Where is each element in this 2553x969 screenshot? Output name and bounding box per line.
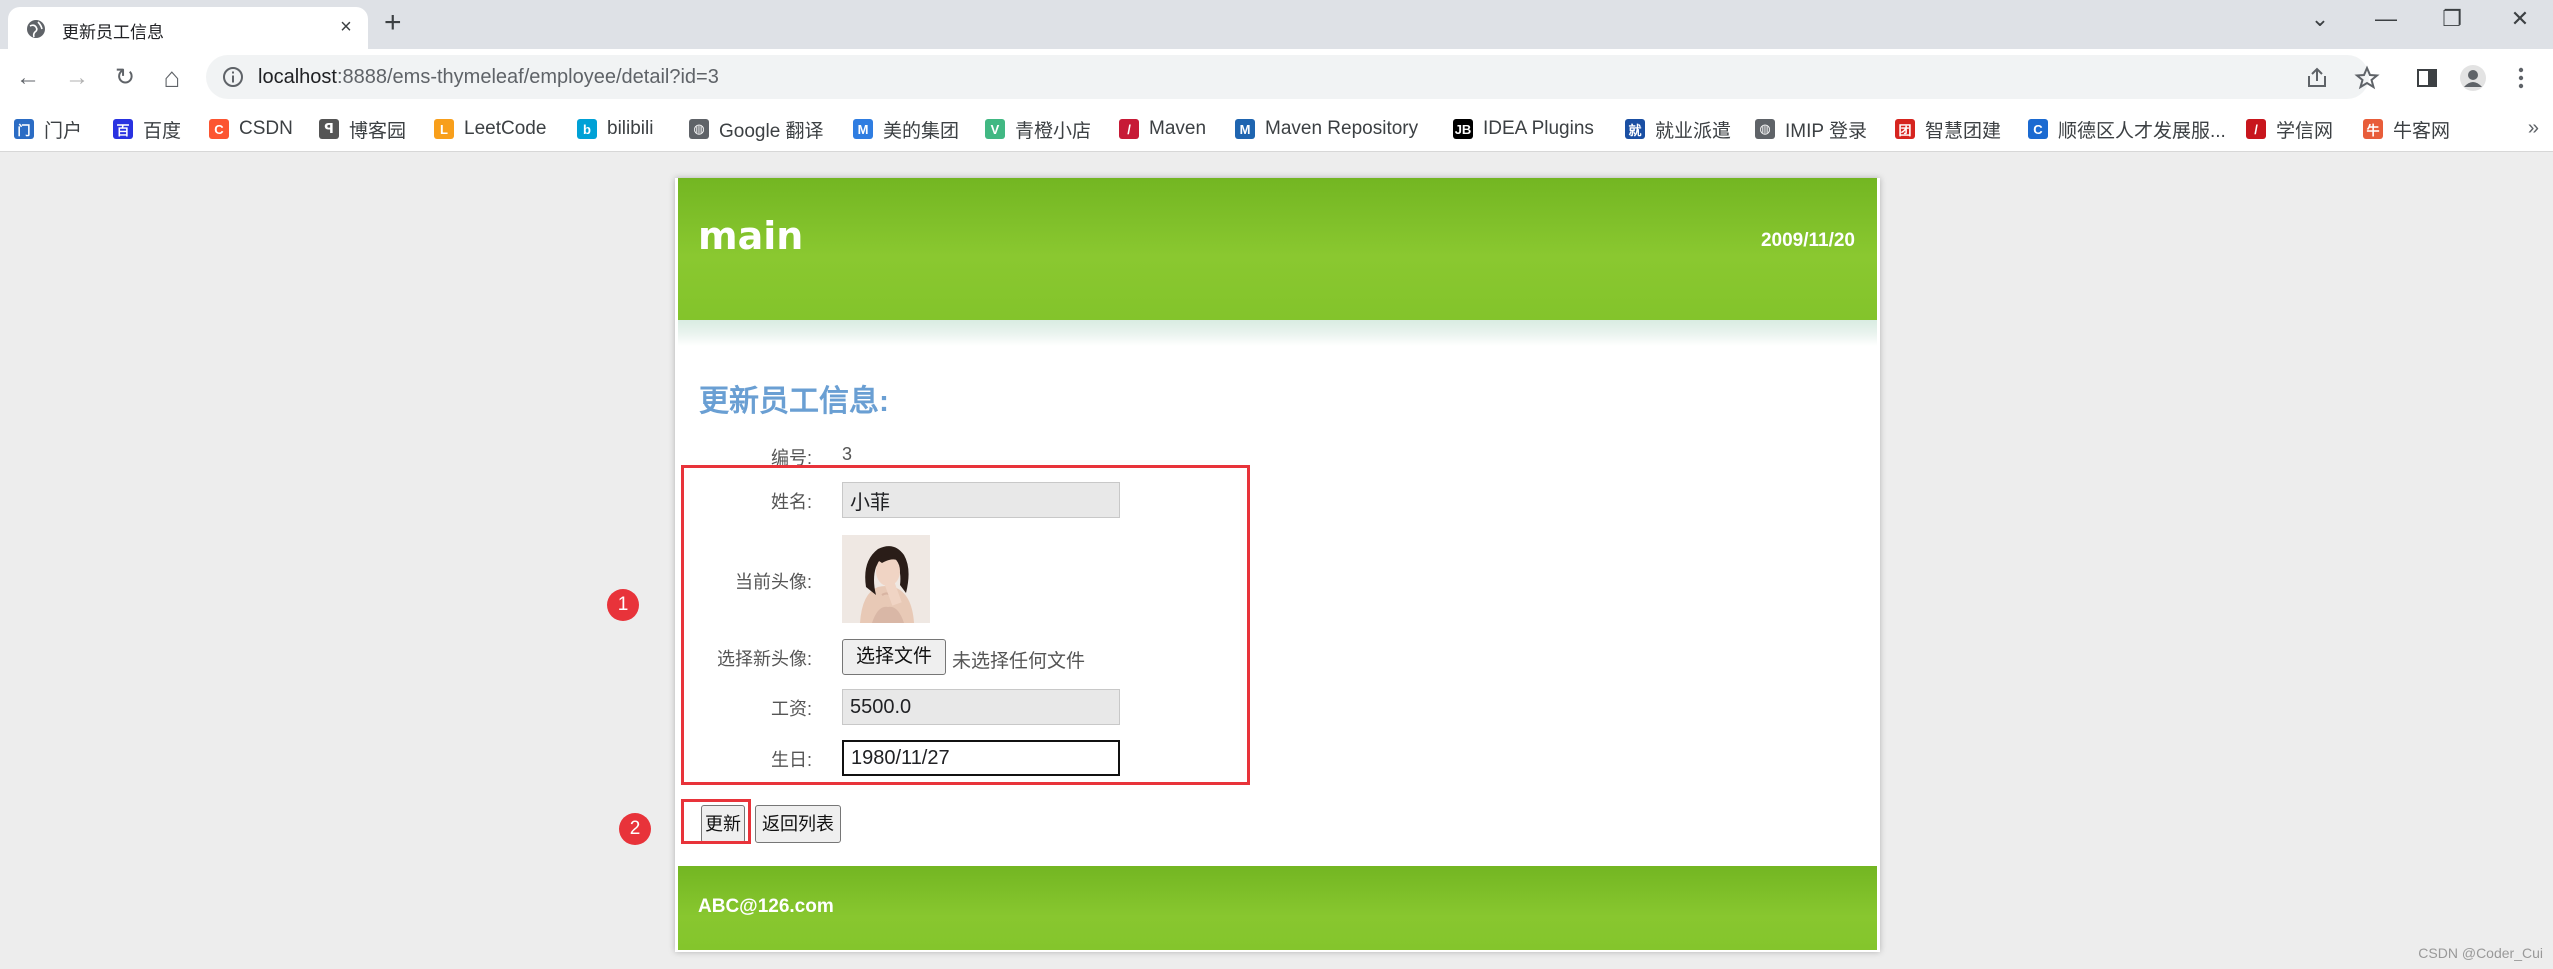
url-host: localhost — [258, 66, 337, 88]
share-icon[interactable] — [2300, 61, 2334, 95]
site-info-icon[interactable] — [222, 66, 244, 88]
tab-search-icon[interactable]: ⌄ — [2300, 6, 2340, 32]
close-window-button[interactable]: ✕ — [2500, 6, 2540, 32]
globe-icon — [27, 20, 45, 38]
nowcoder-icon: 牛 — [2363, 119, 2383, 139]
bookmark-item[interactable]: 就就业派遣 — [1625, 116, 1731, 142]
bookmark-item[interactable]: ◍ Google 翻译 — [689, 116, 824, 142]
tab-close-icon[interactable]: × — [334, 16, 358, 39]
sidepanel-icon[interactable] — [2410, 61, 2444, 95]
leetcode-icon: L — [434, 119, 454, 139]
home-button[interactable]: ⌂ — [155, 61, 189, 95]
bookmark-label: 就业派遣 — [1655, 120, 1732, 142]
restore-button[interactable]: ❐ — [2432, 6, 2472, 32]
league-icon: 团 — [1895, 119, 1915, 139]
bookmark-label: 博客园 — [349, 120, 407, 142]
chsi-icon: / — [2246, 119, 2266, 139]
bookmark-item[interactable]: b bilibili — [577, 116, 653, 142]
bookmark-item[interactable]: V 青橙小店 — [985, 116, 1091, 142]
bookmarks-bar: 门门户 百百度 C CSDN ꟼ 博客园 L LeetCode b bilibili ◍ Google… — [0, 107, 2553, 152]
bookmark-item[interactable]: C 顺德区人才发展服... — [2028, 116, 2226, 142]
bookmark-label: 青橙小店 — [1015, 120, 1092, 142]
mvn-icon: M — [1235, 119, 1255, 139]
cnblogs-icon: ꟼ — [319, 119, 339, 139]
bookmark-item[interactable]: M 美的集团 — [853, 116, 959, 142]
annotation-box-1 — [681, 465, 1250, 785]
bookmark-item[interactable]: / Maven — [1119, 116, 1206, 142]
bookmark-label: 学信网 — [2276, 120, 2334, 142]
vue-icon: V — [985, 119, 1005, 139]
url-text: localhost:8888/ems-thymeleaf/employee/de… — [258, 66, 719, 89]
shunde-icon: C — [2028, 119, 2048, 139]
browser-tab-active[interactable]: 更新员工信息 × — [8, 7, 368, 49]
page-title: 更新员工信息: — [699, 385, 889, 418]
bookmark-label: Maven Repository — [1265, 118, 1419, 139]
midea-icon: M — [853, 119, 873, 139]
annotation-box-2 — [681, 799, 751, 844]
annotation-marker-1: 1 — [607, 589, 639, 621]
back-button[interactable]: ← — [11, 61, 45, 95]
baidu-icon: 百 — [113, 119, 133, 139]
tab-title: 更新员工信息 — [62, 23, 164, 42]
menu-icon[interactable] — [2504, 61, 2538, 95]
bookmark-item[interactable]: M Maven Repository — [1235, 116, 1418, 142]
bookmark-label: IMIP 登录 — [1785, 120, 1867, 142]
bookmark-label: 美的集团 — [883, 120, 960, 142]
profile-icon[interactable] — [2456, 61, 2490, 95]
address-bar[interactable]: localhost:8888/ems-thymeleaf/employee/de… — [206, 55, 2369, 99]
bookmark-item[interactable]: L LeetCode — [434, 116, 546, 142]
bookmark-label: LeetCode — [464, 118, 547, 139]
more-bookmarks-icon[interactable]: » — [2528, 117, 2539, 140]
bookmark-label: bilibili — [607, 118, 654, 139]
portal-icon: 门 — [14, 119, 34, 139]
site-footer: ABC@126.com — [678, 866, 1877, 950]
bookmark-item[interactable]: / 学信网 — [2246, 116, 2333, 142]
id-value: 3 — [842, 444, 853, 464]
bookmark-label: Google 翻译 — [719, 120, 824, 142]
bookmark-label: CSDN — [239, 118, 293, 139]
back-to-list-button[interactable]: 返回列表 — [755, 805, 841, 843]
watermark: CSDN @Coder_Cui — [2418, 945, 2543, 961]
bookmark-label: 智慧团建 — [1925, 120, 2002, 142]
header-date: 2009/11/20 — [1760, 230, 1855, 251]
maven-icon: / — [1119, 119, 1139, 139]
globe-icon: ◍ — [1755, 119, 1775, 139]
star-icon[interactable] — [2350, 61, 2384, 95]
bookmark-item[interactable]: 百百度 — [113, 116, 181, 142]
annotation-marker-2: 2 — [619, 813, 651, 845]
bookmark-label: IDEA Plugins — [1483, 118, 1594, 139]
bookmark-item[interactable]: 团智慧团建 — [1895, 116, 2001, 142]
bilibili-icon: b — [577, 119, 597, 139]
bookmark-item[interactable]: ꟼ 博客园 — [319, 116, 406, 142]
site-brand: main — [698, 214, 804, 258]
bookmark-item[interactable]: 牛牛客网 — [2363, 116, 2450, 142]
globe-icon: ◍ — [689, 119, 709, 139]
header-divider — [678, 320, 1877, 346]
minimize-button[interactable]: — — [2366, 6, 2406, 32]
graduate-icon: 就 — [1625, 119, 1645, 139]
forward-button[interactable]: → — [60, 61, 94, 95]
bookmark-item[interactable]: JB IDEA Plugins — [1453, 116, 1594, 142]
new-tab-button[interactable]: + — [384, 6, 402, 40]
bookmark-label: 百度 — [143, 120, 182, 142]
csdn-icon: C — [209, 119, 229, 139]
bookmark-label: 门户 — [44, 120, 83, 142]
footer-email: ABC@126.com — [698, 896, 834, 917]
tab-strip: 更新员工信息 × + ⌄ — ❐ ✕ — [0, 0, 2553, 49]
url-path: :8888/ems-thymeleaf/employee/detail?id=3 — [336, 66, 719, 88]
bookmark-label: Maven — [1149, 118, 1207, 139]
reload-button[interactable]: ↻ — [108, 61, 142, 95]
bookmark-item[interactable]: C CSDN — [209, 116, 293, 142]
jetbrains-icon: JB — [1453, 119, 1473, 139]
bookmark-item[interactable]: ◍ IMIP 登录 — [1755, 116, 1867, 142]
site-header: main 2009/11/20 — [678, 178, 1877, 320]
bookmark-item[interactable]: 门门户 — [14, 116, 82, 142]
bookmark-label: 顺德区人才发展服... — [2058, 120, 2226, 142]
bookmark-label: 牛客网 — [2393, 120, 2451, 142]
browser-toolbar: ← → ↻ ⌂ localhost:8888/ems-thymeleaf/emp… — [0, 49, 2553, 107]
